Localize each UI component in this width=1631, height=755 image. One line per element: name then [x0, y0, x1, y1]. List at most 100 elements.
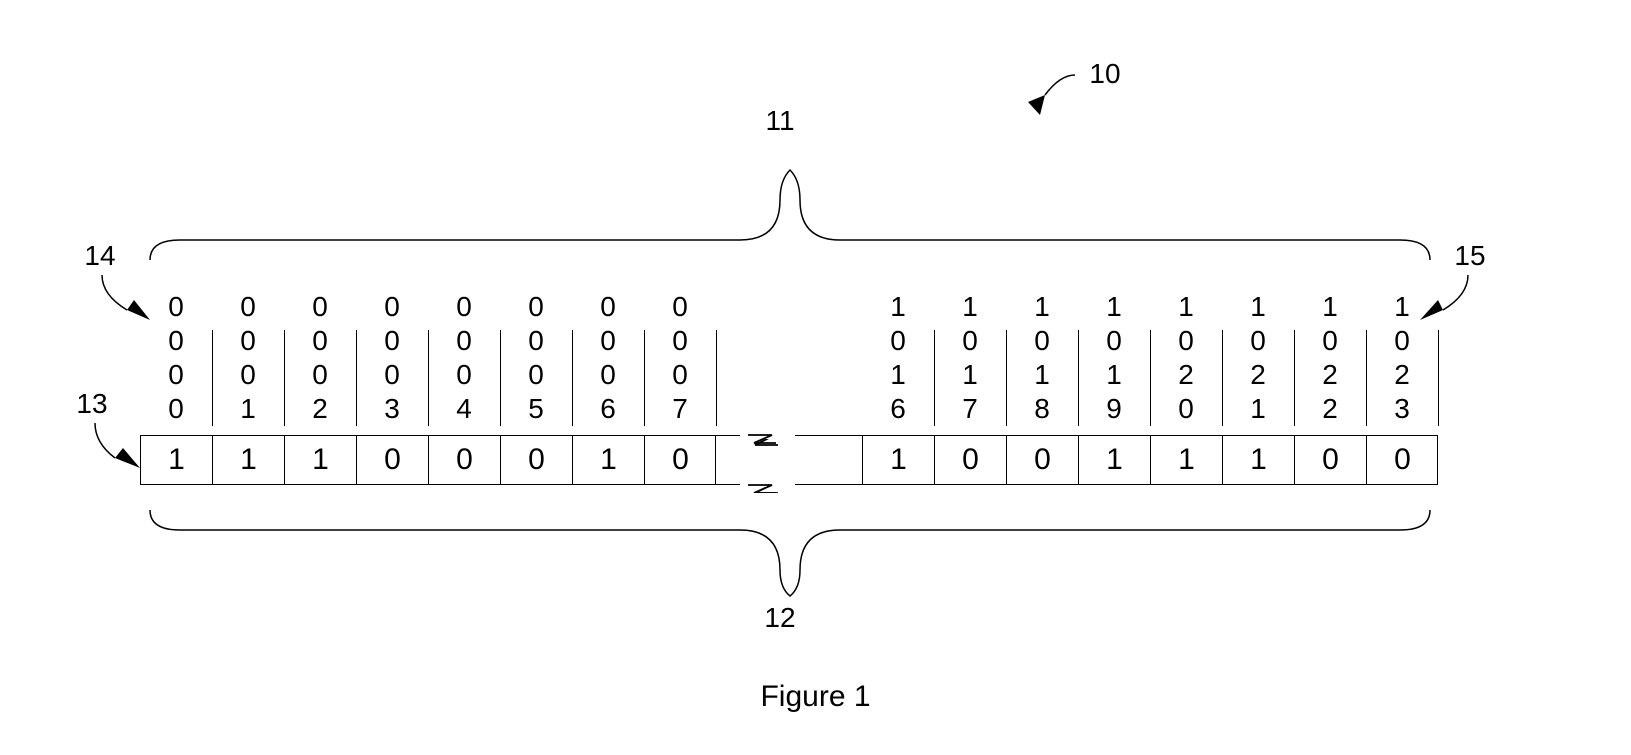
index-separator	[356, 330, 357, 426]
brace-top	[120, 150, 1460, 270]
index-digit: 0	[934, 324, 1006, 358]
index-digit: 0	[1150, 324, 1222, 358]
index-digit: 5	[500, 392, 572, 426]
index-digit: 0	[428, 290, 500, 324]
bit-cell: 0	[1006, 435, 1078, 485]
ref-10: 10	[1085, 58, 1125, 90]
index-digit: 0	[356, 324, 428, 358]
index-column: 1023	[1366, 290, 1438, 426]
index-digit: 0	[1078, 324, 1150, 358]
arrow-ref-10	[1020, 70, 1080, 120]
bit-cell: 1	[572, 435, 644, 485]
index-column: 0006	[572, 290, 644, 426]
index-separator	[716, 330, 717, 426]
bit-cell: 1	[212, 435, 284, 485]
index-digit: 0	[572, 290, 644, 324]
index-digit: 0	[212, 324, 284, 358]
ref-13: 13	[72, 388, 112, 420]
index-column: 1020	[1150, 290, 1222, 426]
bit-cell: 0	[356, 435, 428, 485]
index-separator	[1006, 330, 1007, 426]
index-digit: 1	[862, 290, 934, 324]
index-digit: 0	[428, 324, 500, 358]
index-digit: 0	[140, 324, 212, 358]
bit-cell: 1	[1078, 435, 1150, 485]
index-separator	[1366, 330, 1367, 426]
index-column: 0003	[356, 290, 428, 426]
index-separator	[1438, 330, 1439, 426]
index-digit: 0	[1294, 324, 1366, 358]
index-digit: 1	[1078, 290, 1150, 324]
ref-15: 15	[1450, 240, 1490, 272]
index-digit: 0	[212, 358, 284, 392]
index-column: 1019	[1078, 290, 1150, 426]
index-separator	[572, 330, 573, 426]
bit-cell: 0	[500, 435, 572, 485]
index-digit: 0	[644, 358, 716, 392]
brace-bottom	[120, 500, 1460, 600]
index-separator	[1294, 330, 1295, 426]
index-digit: 0	[1150, 392, 1222, 426]
ref-12: 12	[760, 602, 800, 634]
index-digit: 6	[572, 392, 644, 426]
index-column: 1016	[862, 290, 934, 426]
index-separator	[1150, 330, 1151, 426]
index-digit: 1	[1006, 358, 1078, 392]
bit-cell: 1	[284, 435, 356, 485]
index-digit: 8	[1006, 392, 1078, 426]
index-column: 0002	[284, 290, 356, 426]
index-separator	[212, 330, 213, 426]
bit-cell: 0	[934, 435, 1006, 485]
index-digit: 1	[1006, 290, 1078, 324]
index-separator	[644, 330, 645, 426]
index-digit: 0	[500, 290, 572, 324]
index-digit: 0	[500, 324, 572, 358]
index-separator	[428, 330, 429, 426]
index-column: 0001	[212, 290, 284, 426]
index-digit: 0	[140, 392, 212, 426]
index-digit: 0	[572, 324, 644, 358]
index-digit: 7	[644, 392, 716, 426]
index-digit: 0	[140, 290, 212, 324]
bit-cell: 1	[140, 435, 212, 485]
index-separator	[500, 330, 501, 426]
index-digit: 1	[934, 290, 1006, 324]
index-digit: 1	[862, 358, 934, 392]
ref-14: 14	[80, 240, 120, 272]
index-digit: 7	[934, 392, 1006, 426]
index-digit: 0	[284, 358, 356, 392]
bit-cell: 0	[428, 435, 500, 485]
index-digit: 2	[1294, 392, 1366, 426]
index-digit: 2	[1366, 358, 1438, 392]
index-digit: 0	[428, 358, 500, 392]
index-digit: 2	[1222, 358, 1294, 392]
index-digit: 1	[934, 358, 1006, 392]
index-column: 1021	[1222, 290, 1294, 426]
bit-cell: 0	[1366, 435, 1438, 485]
index-separator	[934, 330, 935, 426]
index-column: 0004	[428, 290, 500, 426]
index-digit: 1	[1150, 290, 1222, 324]
index-digit: 2	[1150, 358, 1222, 392]
index-digit: 1	[212, 392, 284, 426]
index-digit: 1	[1366, 290, 1438, 324]
index-digit: 3	[356, 392, 428, 426]
index-digit: 0	[1006, 324, 1078, 358]
index-digit: 1	[1222, 290, 1294, 324]
index-digit: 1	[1222, 392, 1294, 426]
index-separator	[1222, 330, 1223, 426]
figure-caption: Figure 1	[0, 680, 1631, 714]
index-digit: 1	[1294, 290, 1366, 324]
bit-cell: 1	[862, 435, 934, 485]
index-digit: 3	[1366, 392, 1438, 426]
index-column: 0000	[140, 290, 212, 426]
index-digit: 4	[428, 392, 500, 426]
index-digit: 1	[1078, 358, 1150, 392]
index-separator	[1078, 330, 1079, 426]
index-separator	[284, 330, 285, 426]
bit-cell: 1	[1222, 435, 1294, 485]
ref-11: 11	[760, 105, 800, 137]
index-column: 0005	[500, 290, 572, 426]
index-digit: 0	[284, 290, 356, 324]
index-digit: 2	[1294, 358, 1366, 392]
